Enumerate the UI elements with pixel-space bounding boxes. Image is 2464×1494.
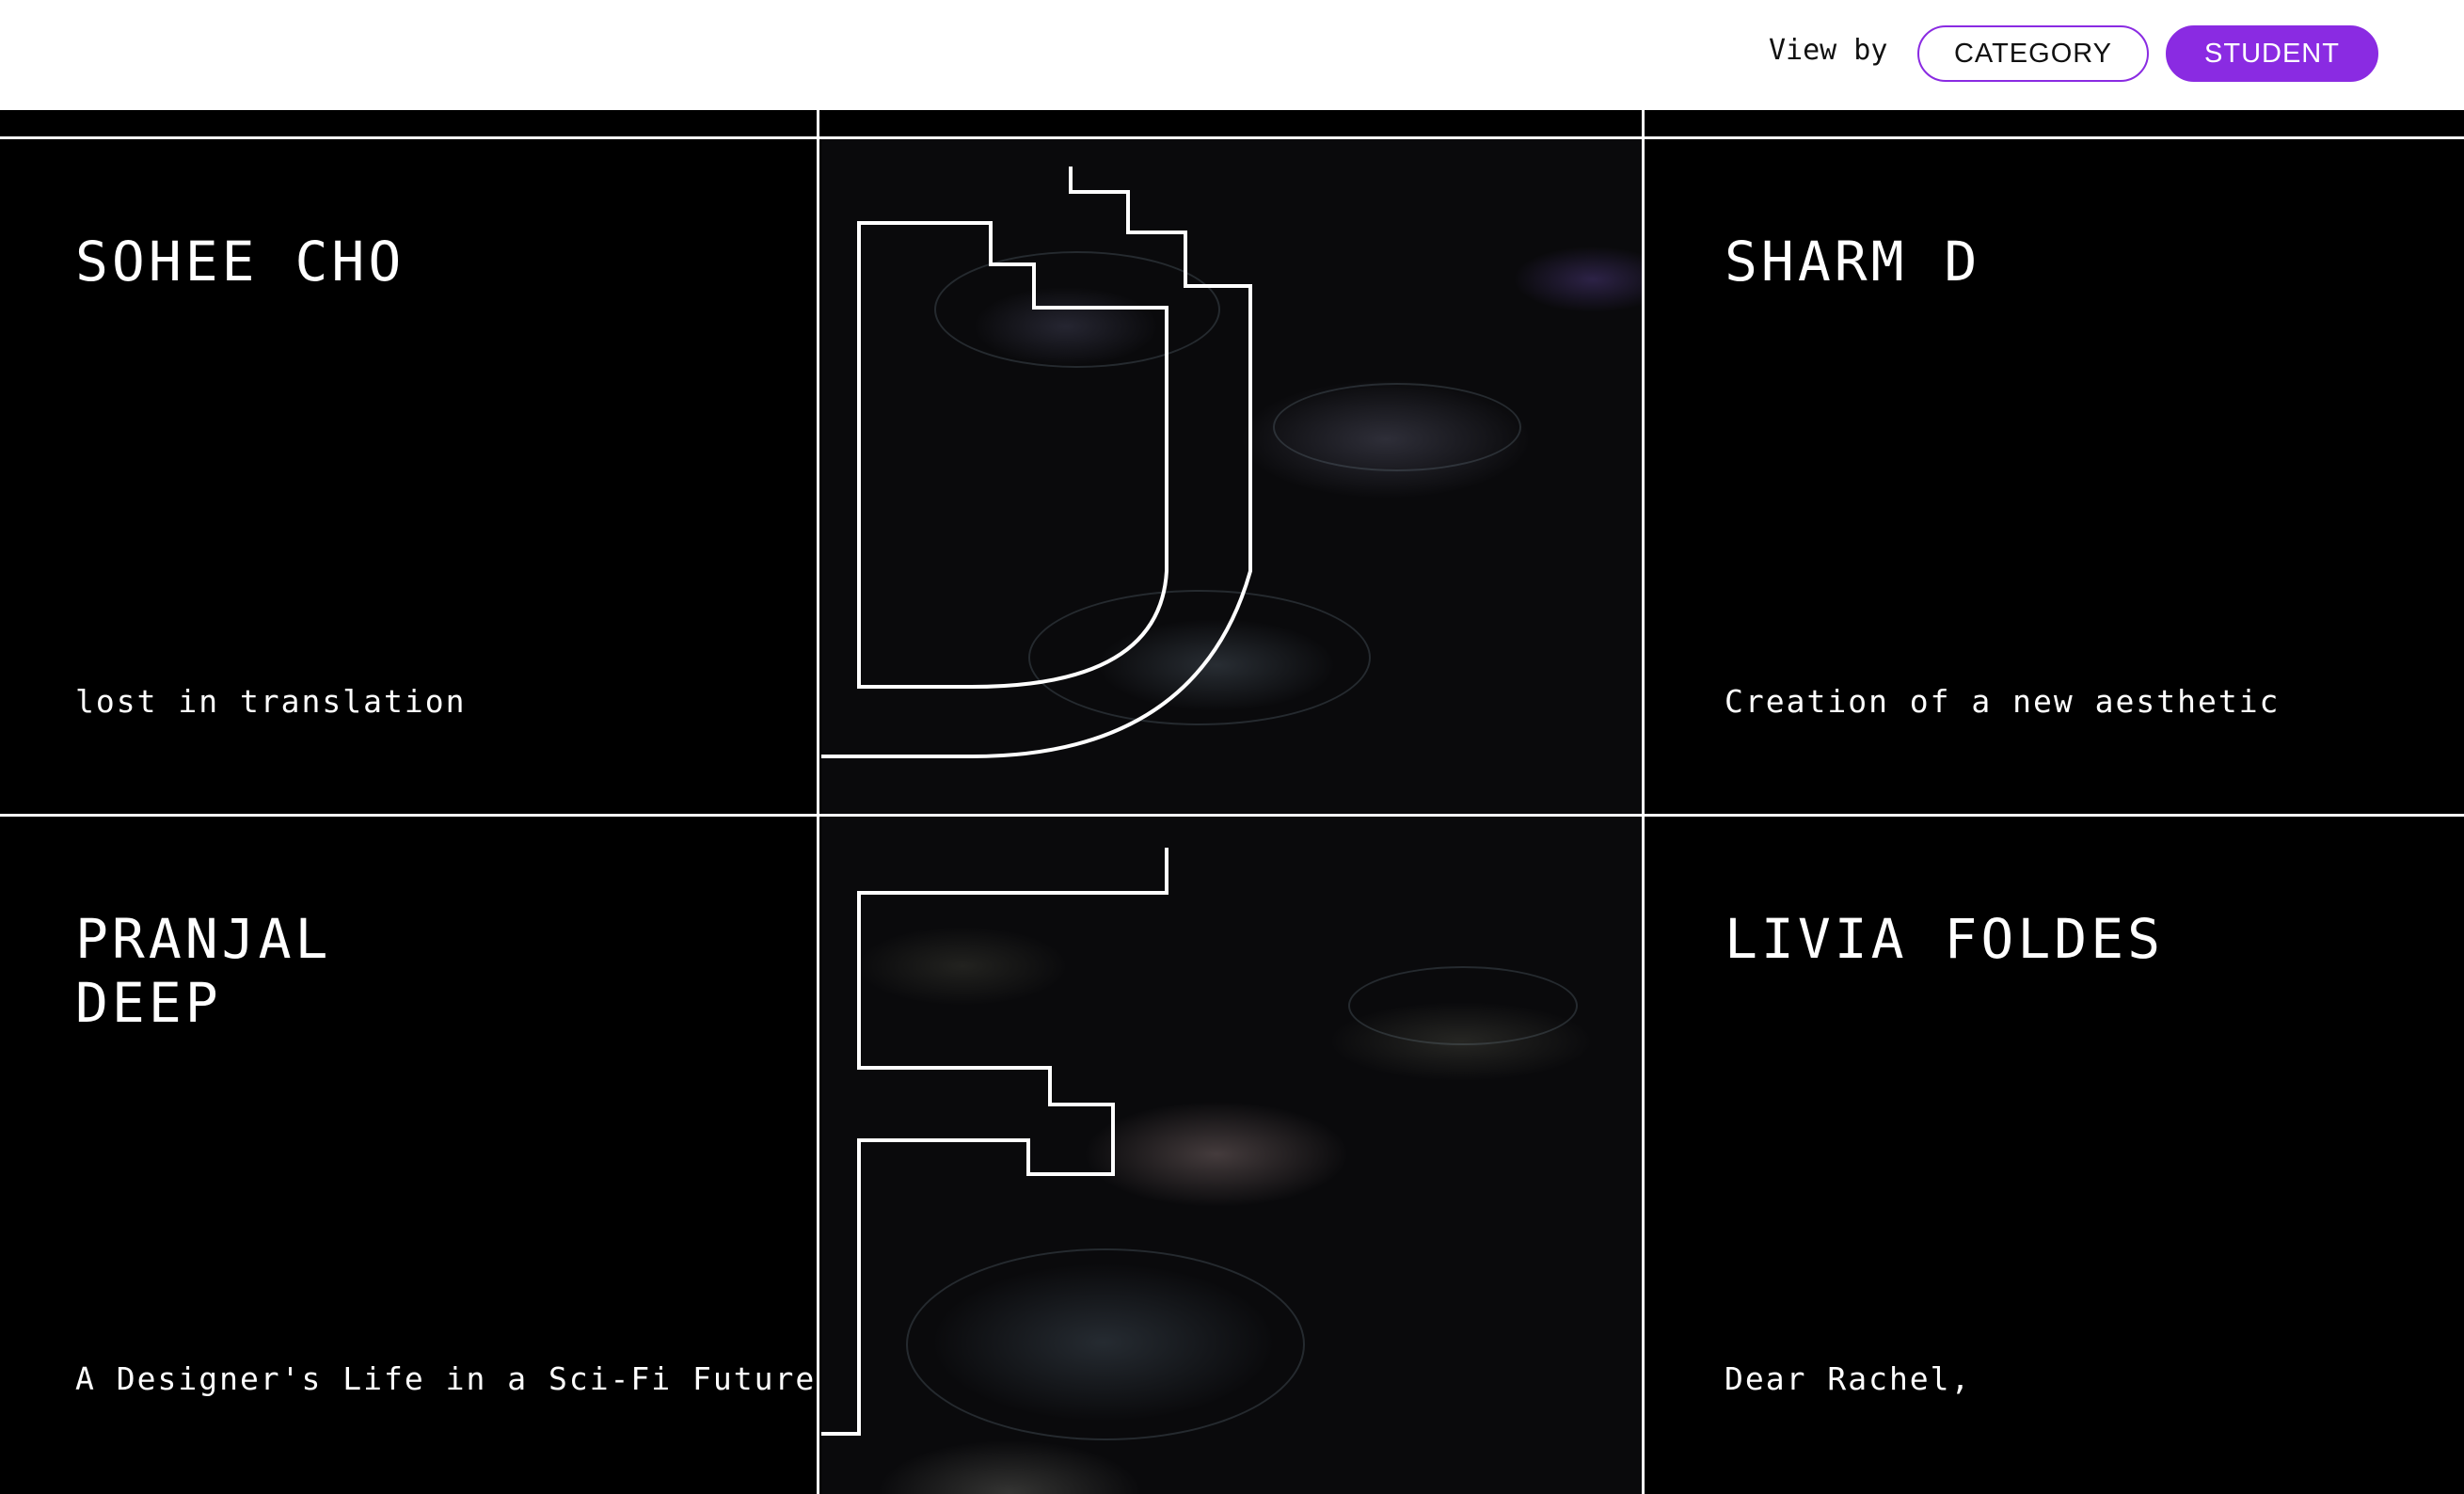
project-title: A Designer's Life in a Sci-Fi Future [75,1360,817,1397]
grid-line [817,110,819,1494]
project-title: Creation of a new aesthetic [1725,683,2281,720]
student-name: SHARM D [1725,230,1981,294]
project-title: Dear Rachel, [1725,1360,1972,1397]
project-grid: SOHEE CHO lost in translation SHARM D Cr… [0,110,2464,1494]
student-button[interactable]: STUDENT [2166,25,2378,82]
student-name: LIVIA FOLDES [1725,907,2165,971]
category-button[interactable]: CATEGORY [1917,25,2149,82]
top-bar: View by CATEGORY STUDENT [0,0,2464,110]
project-title: lost in translation [75,683,467,720]
project-card[interactable]: LIVIA FOLDES Dear Rachel, [1645,817,2464,1494]
view-by-label: View by [1769,34,1888,67]
project-card[interactable]: SOHEE CHO lost in translation [0,139,817,814]
student-name: PRANJAL DEEP [75,907,332,1035]
project-card[interactable]: SHARM D Creation of a new aesthetic [1645,139,2464,814]
student-name: SOHEE CHO [75,230,405,294]
project-card[interactable]: PRANJAL DEEP A Designer's Life in a Sci-… [0,817,817,1494]
